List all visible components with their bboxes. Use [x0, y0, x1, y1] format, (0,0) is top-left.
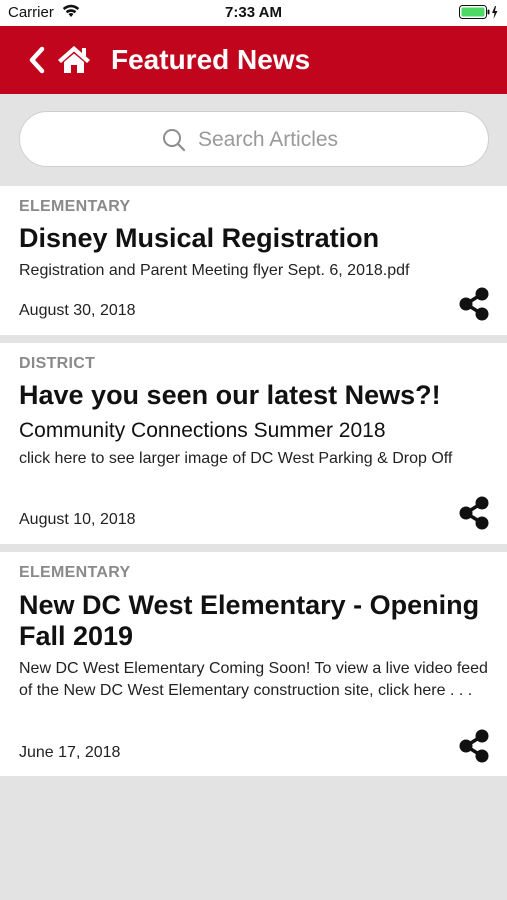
share-icon: [459, 729, 489, 763]
share-icon: [459, 496, 489, 530]
article-headline: Have you seen our latest News?!: [19, 380, 441, 410]
share-icon: [459, 287, 489, 321]
status-bar: Carrier 7:33 AM: [0, 0, 507, 26]
article-card[interactable]: ELEMENTARY New DC West Elementary - Open…: [0, 552, 507, 776]
search-icon: [163, 129, 186, 152]
article-headline: Disney Musical Registration: [19, 223, 380, 253]
share-button[interactable]: [456, 286, 492, 322]
search-area: Search Articles: [0, 94, 507, 184]
search-placeholder: Search Articles: [198, 128, 339, 151]
home-icon: [58, 46, 90, 73]
search-input[interactable]: Search Articles: [19, 111, 489, 167]
article-date: August 10, 2018: [19, 511, 136, 528]
article-category: DISTRICT: [19, 355, 96, 372]
article-category: ELEMENTARY: [19, 198, 131, 215]
article-body: New DC West Elementary Coming Soon! To v…: [19, 660, 488, 699]
article-category: ELEMENTARY: [19, 564, 131, 581]
article-card[interactable]: DISTRICT Have you seen our latest News?!…: [0, 343, 507, 544]
article-date: August 30, 2018: [19, 302, 136, 319]
clock: 7:33 AM: [225, 4, 282, 21]
article-subheadline: Community Connections Summer 2018: [19, 419, 386, 442]
chevron-left-icon: [29, 46, 45, 74]
article-headline: New DC West Elementary - Opening Fall 20…: [19, 590, 480, 651]
article-card[interactable]: ELEMENTARY Disney Musical Registration R…: [0, 186, 507, 335]
share-button[interactable]: [456, 728, 492, 764]
page-title: Featured News: [111, 44, 311, 75]
battery-icon: [459, 5, 499, 25]
article-body: click here to see larger image of DC Wes…: [19, 450, 453, 467]
share-button[interactable]: [456, 495, 492, 531]
home-button[interactable]: [56, 43, 92, 75]
nav-bar: Featured News: [0, 26, 507, 94]
article-body: Registration and Parent Meeting flyer Se…: [19, 262, 410, 279]
back-button[interactable]: [26, 44, 48, 76]
article-date: June 17, 2018: [19, 744, 121, 761]
